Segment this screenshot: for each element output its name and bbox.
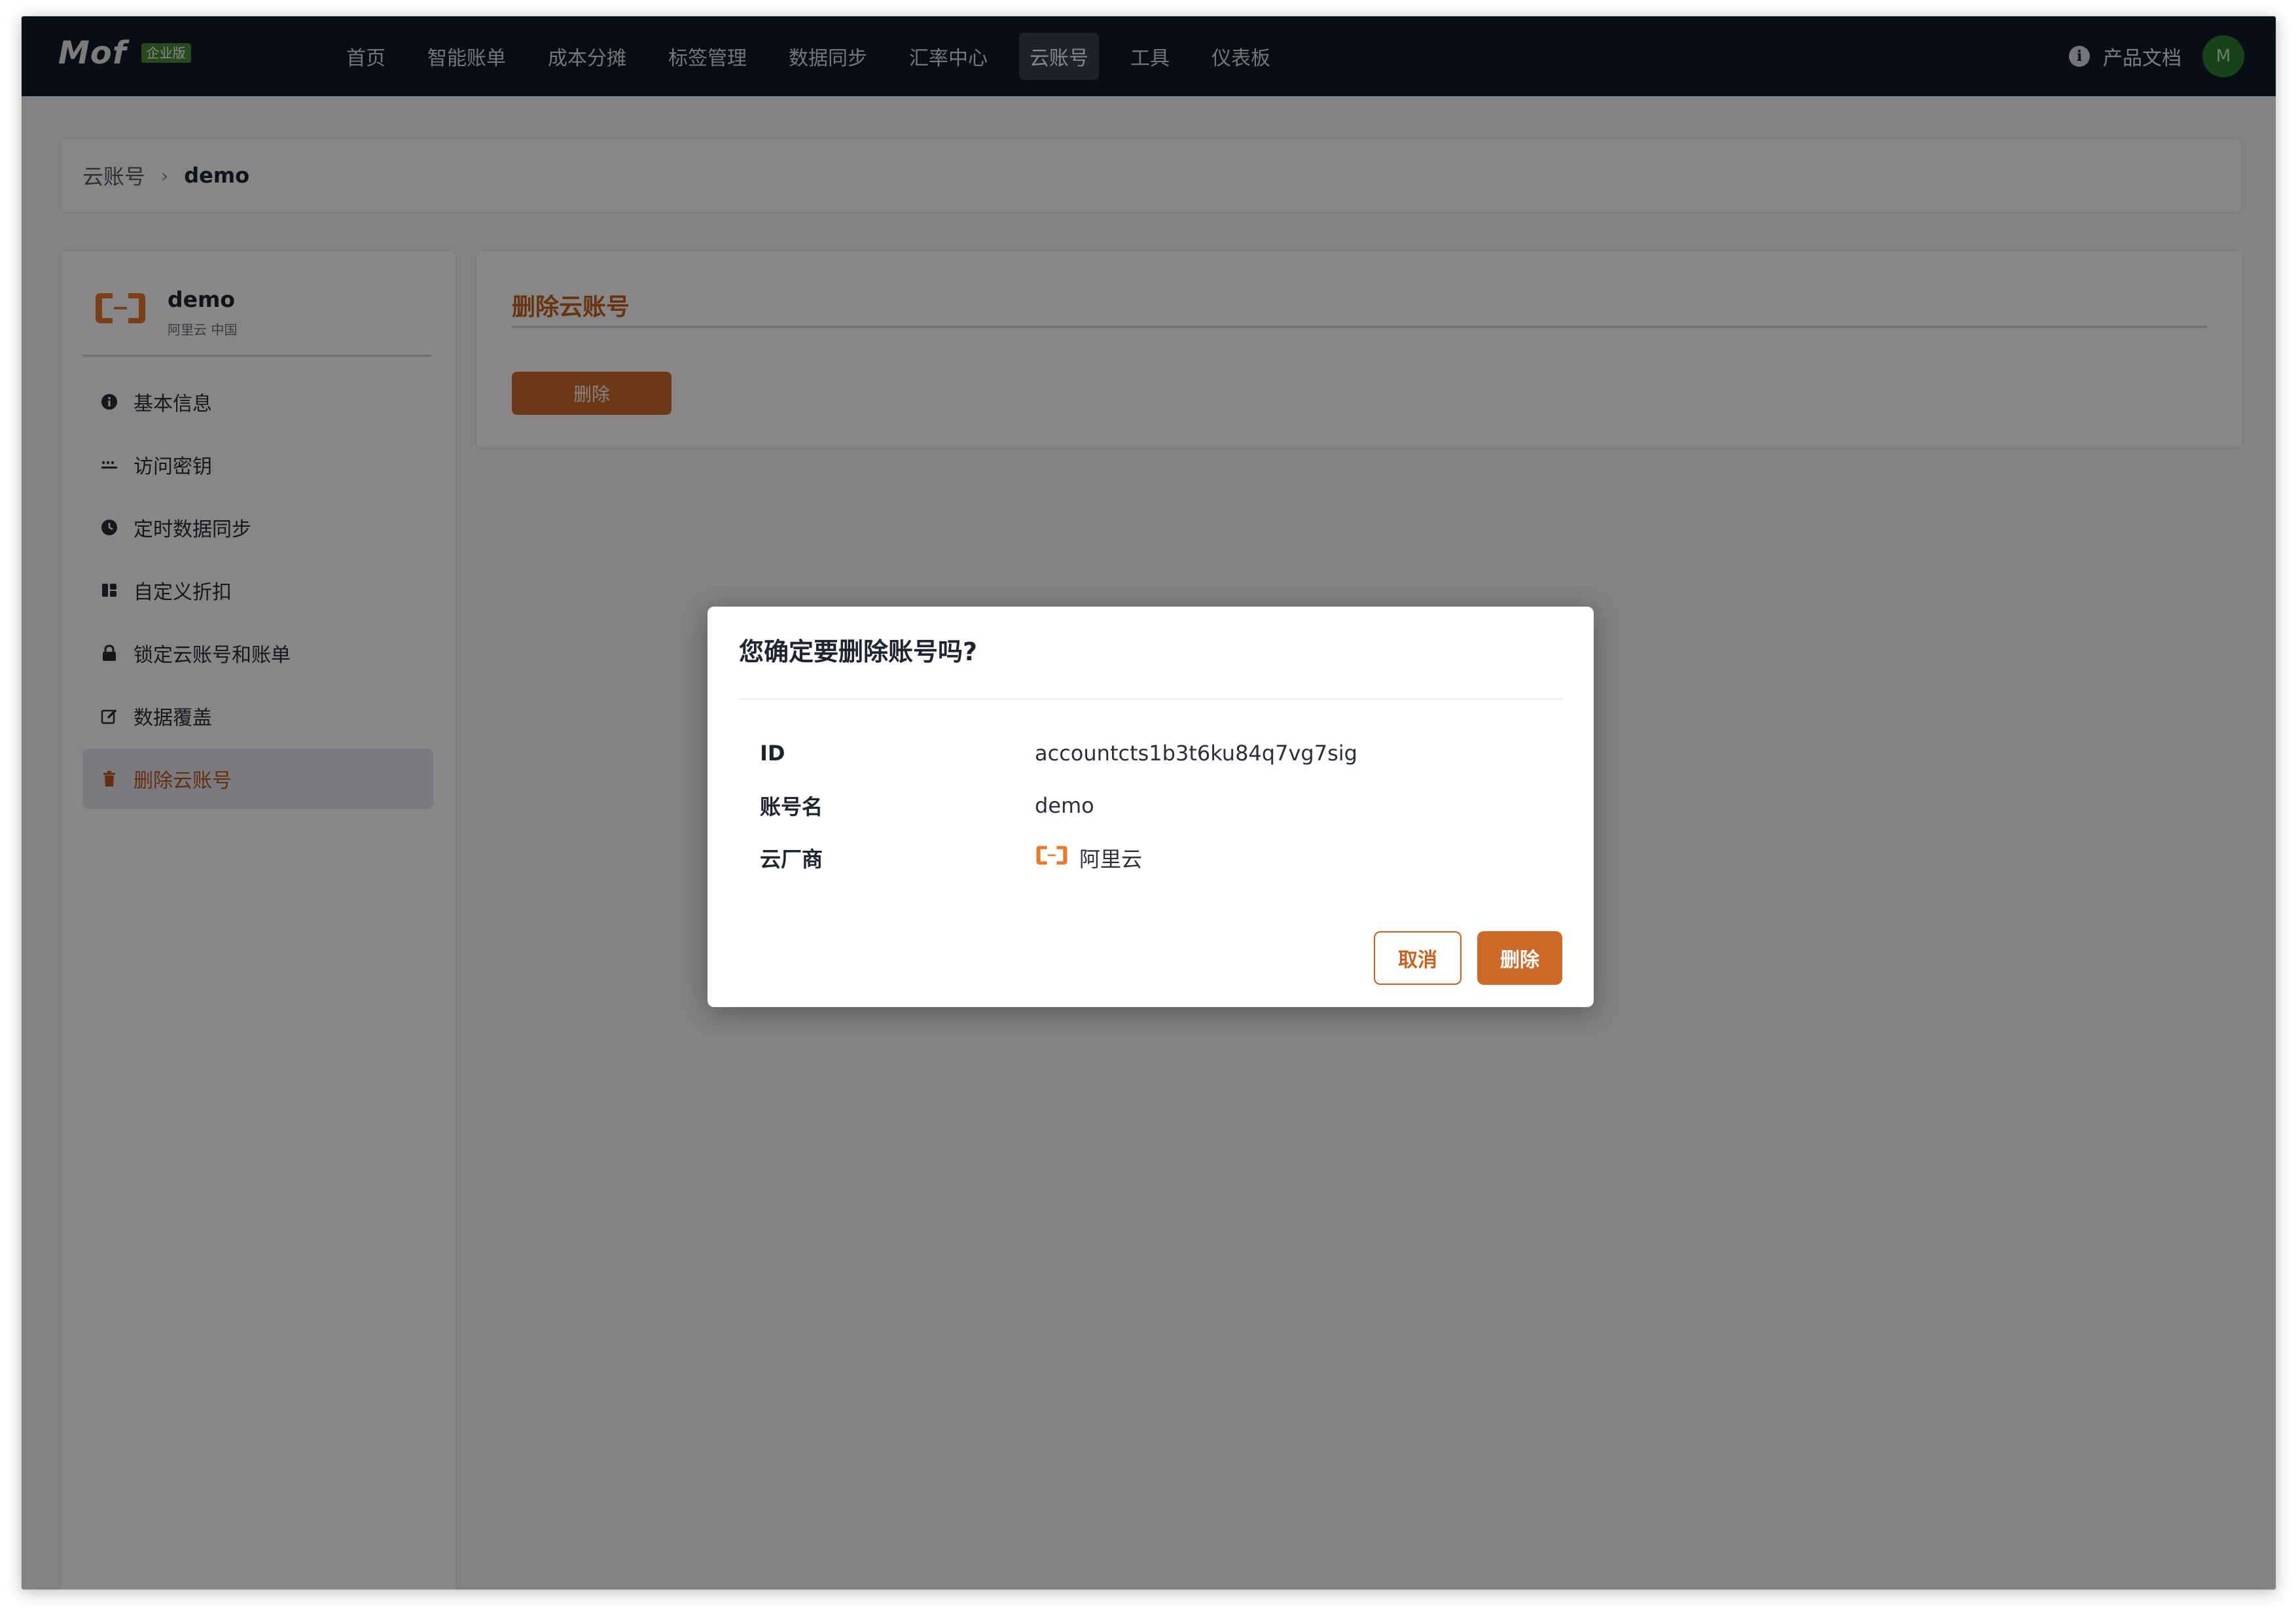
- vendor-name: 阿里云: [1079, 847, 1143, 872]
- field-row-id: ID accountcts1b3t6ku84q7vg7sig: [760, 734, 1545, 773]
- cancel-button[interactable]: 取消: [1374, 931, 1462, 985]
- dialog-title: 您确定要删除账号吗?: [739, 637, 978, 666]
- field-label: ID: [760, 741, 785, 766]
- app-window: Mof 企业版 首页 智能账单 成本分摊 标签管理 数据同步 汇率中心 云账号 …: [21, 16, 2276, 1590]
- field-value: demo: [1035, 793, 1094, 818]
- confirm-delete-button[interactable]: 删除: [1477, 931, 1562, 985]
- aliyun-logo-icon: [1035, 843, 1069, 872]
- field-label: 云厂商: [760, 847, 823, 872]
- field-row-vendor: 云厂商 阿里云: [760, 838, 1545, 878]
- field-label: 账号名: [760, 794, 823, 819]
- dialog-divider: [739, 698, 1562, 700]
- field-value: accountcts1b3t6ku84q7vg7sig: [1035, 741, 1357, 766]
- field-row-account-name: 账号名 demo: [760, 786, 1545, 825]
- confirm-delete-dialog: 您确定要删除账号吗? ID accountcts1b3t6ku84q7vg7si…: [708, 607, 1594, 1007]
- vendor-value: 阿里云: [1035, 843, 1142, 873]
